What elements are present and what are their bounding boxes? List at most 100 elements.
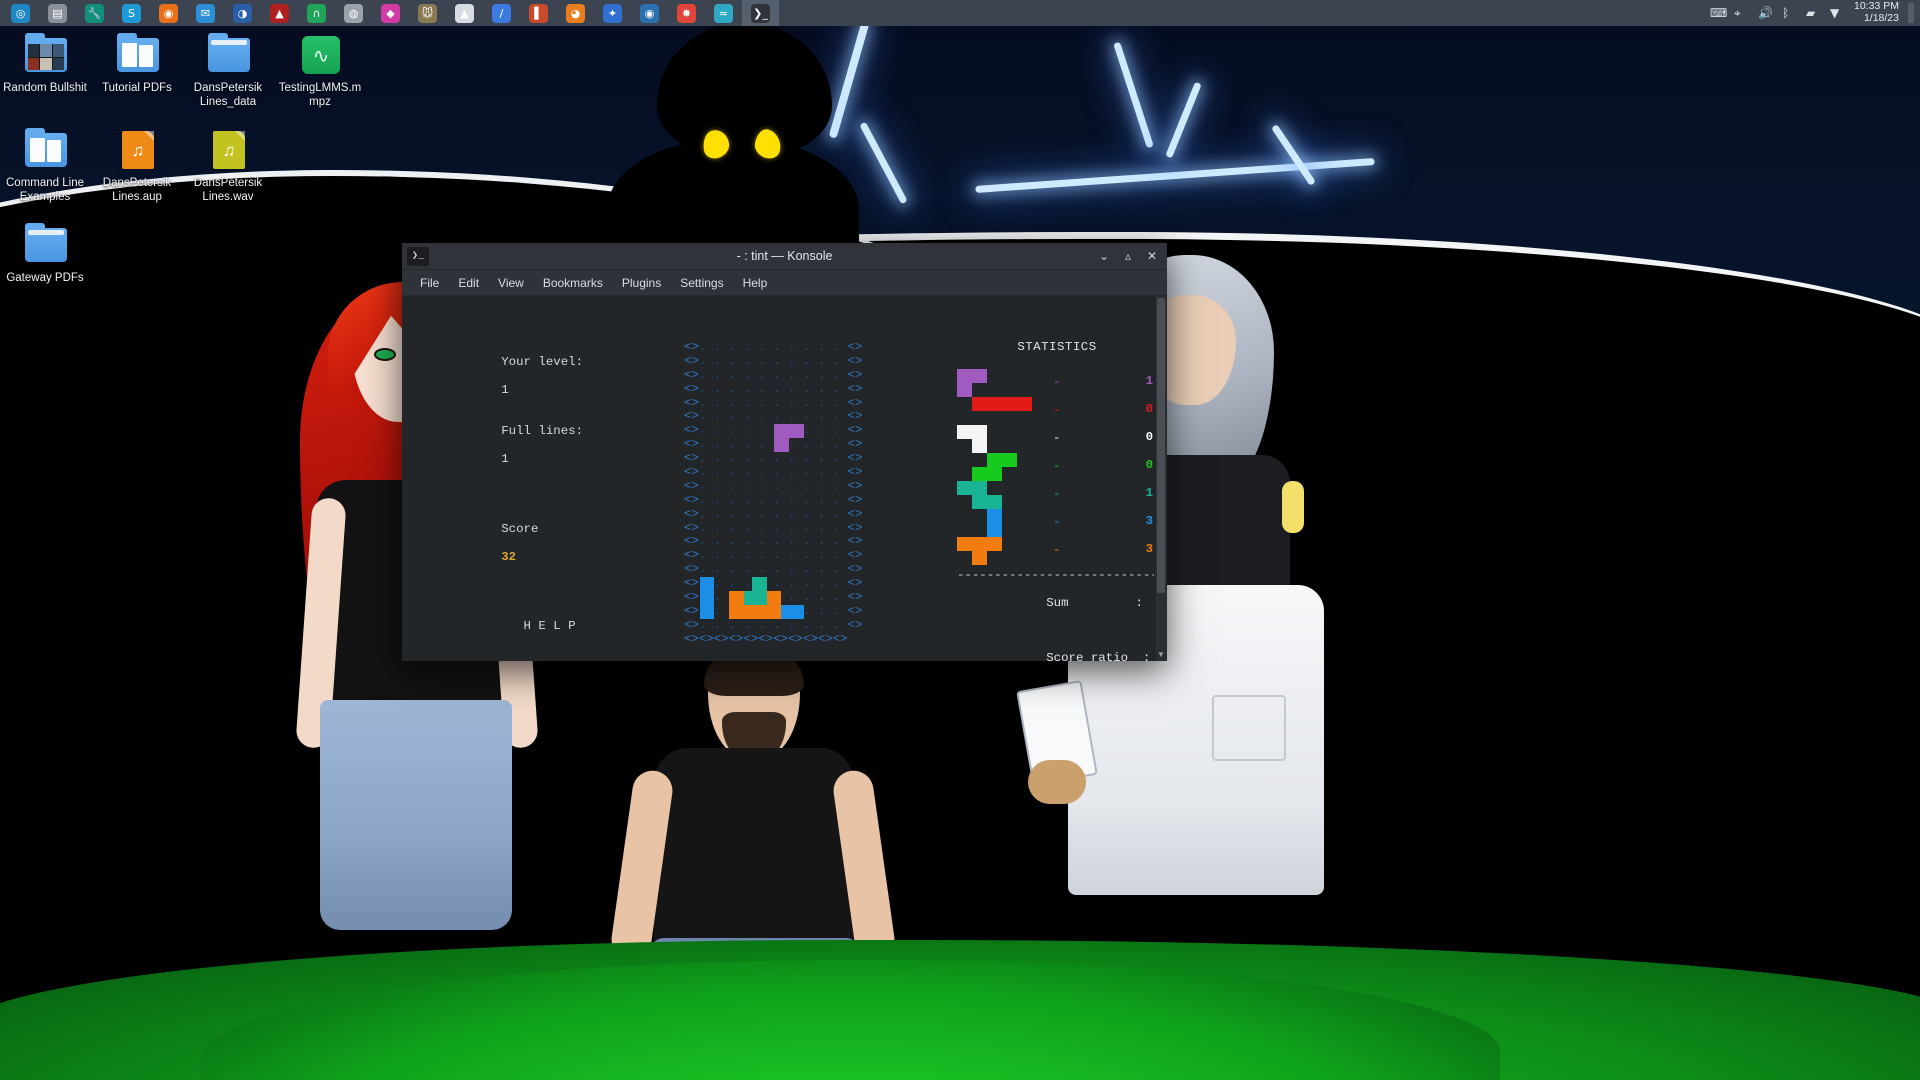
konsole-terminal-body[interactable]: Your level: 1 Full lines: 1 Score 32 H E…	[402, 296, 1167, 661]
shotcut-icon: ✸	[677, 3, 696, 23]
statistic-dash: -	[1053, 514, 1061, 529]
bluetooth-icon[interactable]: ᛒ	[1782, 6, 1797, 21]
minimize-button[interactable]: ⌄	[1093, 245, 1115, 267]
volume-icon[interactable]: 🔊	[1758, 6, 1773, 21]
taskbar-app-darktable[interactable]: ▲	[446, 0, 483, 26]
taskbar-app-handbrake[interactable]: ∩	[298, 0, 335, 26]
desktop-icon-command-line-examples[interactable]: Command Line Examples	[0, 128, 90, 205]
menu-plugins[interactable]: Plugins	[614, 273, 669, 293]
desktop-icon-gateway-pdfs[interactable]: Gateway PDFs	[0, 223, 90, 285]
desktop-icon-label: DansPetersik Lines.aup	[102, 177, 172, 204]
audio-file-icon: ♫	[113, 129, 161, 171]
kate-icon: ≈	[714, 3, 733, 23]
taskbar-app-gimp[interactable]: 🐭	[409, 0, 446, 26]
terminal-scrollbar[interactable]: ▼	[1154, 296, 1167, 661]
lmms-icon: /	[492, 3, 511, 23]
desktop-icon-label: Command Line Examples	[6, 177, 84, 204]
score-line: Score 32	[412, 495, 672, 578]
playfield-bottom-border: <><><><><><><><><><><>	[684, 631, 848, 646]
taskbar-app-kdenlive[interactable]: ◉	[631, 0, 668, 26]
playfield-row: <>. . . . . . . . . . <>	[684, 506, 863, 521]
taskbar-app-freecad[interactable]: ✦	[594, 0, 631, 26]
taskbar-app-krita[interactable]: ▲	[261, 0, 298, 26]
statistic-dash: -	[1053, 402, 1061, 417]
taskbar-app-firefox[interactable]: ◉	[150, 0, 187, 26]
konsole-titlebar[interactable]: ❯_ - : tint — Konsole ⌄ ▵ ✕	[402, 243, 1167, 270]
desktop-icon-label: DansPetersik Lines_data	[193, 82, 263, 109]
taskbar-app-thunderbird[interactable]: ✉	[187, 0, 224, 26]
statistic-count: 3	[1145, 541, 1153, 556]
playfield-row: <>. . . . . . . . . . <>	[684, 492, 863, 507]
full-lines-label: Full lines:	[501, 424, 584, 439]
inkscape-icon: ◆	[381, 3, 400, 23]
clock-widget[interactable]: 10:33 PM 1/18/23	[1854, 1, 1899, 24]
taskbar-app-archive-manager[interactable]: ▤	[39, 0, 76, 26]
taskbar-app-konsole[interactable]: ❯_	[742, 0, 779, 26]
playfield-row: <>. . . . . . . . . . <>	[684, 562, 863, 577]
menu-bookmarks[interactable]: Bookmarks	[535, 273, 611, 293]
scrollbar-thumb[interactable]	[1157, 298, 1165, 593]
desktop-icon-danspetersik-lines-wav[interactable]: ♫ DansPetersik Lines.wav	[183, 129, 273, 205]
folder-with-documents-icon	[113, 33, 161, 76]
desktop-icon-tutorial-pdfs[interactable]: Tutorial PDFs	[92, 33, 182, 95]
kdenlive-icon: ◉	[640, 3, 659, 23]
taskbar-app-audio-editor[interactable]: ▌	[520, 0, 557, 26]
statistics-separator: -----------------------------	[957, 567, 1167, 582]
freecad-icon: ✦	[603, 3, 622, 23]
playfield-row: <>. . . . . . . . . . <>	[684, 451, 863, 466]
scroll-down-arrow[interactable]: ▼	[1155, 649, 1167, 661]
statistic-dash: -	[1053, 458, 1061, 473]
taskbar-app-kde-logo[interactable]: ◎	[2, 0, 39, 26]
desktop-icon-label: DansPetersik Lines.wav	[193, 177, 263, 204]
network-icon[interactable]: ▰	[1806, 6, 1821, 21]
score-ratio-row: Score ratio : 4	[1046, 651, 1151, 661]
close-button[interactable]: ✕	[1141, 245, 1163, 267]
menu-view[interactable]: View	[490, 273, 532, 293]
score-value: 32	[501, 549, 517, 564]
playfield-row: <>. . . . . . . . . . <>	[684, 534, 863, 549]
menu-file[interactable]: File	[412, 273, 447, 293]
show-desktop-button[interactable]	[1908, 3, 1914, 23]
maximize-button[interactable]: ▵	[1117, 245, 1139, 267]
blender-icon: ◕	[566, 3, 585, 23]
taskbar-app-launchers: ◎ ▤ 🔧 S ◉ ✉ ◑ ▲ ∩ ◍ ◆ 🐭 ▲ / ▌ ◕ ✦ ◉ ✸ ≈ ❯_	[0, 0, 779, 26]
desktop-icon-danspetersik-lines-data[interactable]: DansPetersik Lines_data	[183, 33, 273, 110]
notifications-icon[interactable]: ▼	[1830, 6, 1845, 21]
taskbar-app-settings-wrench[interactable]: 🔧	[76, 0, 113, 26]
audio-file-icon: ♫	[204, 129, 252, 171]
menu-settings[interactable]: Settings	[672, 273, 731, 293]
playfield-block	[699, 577, 715, 619]
menu-help[interactable]: Help	[735, 273, 776, 293]
playfield-row: <>. . . . . . . . . . <>	[684, 381, 863, 396]
playfield-row: <>. . . . . . . . . . <>	[684, 617, 863, 632]
keyboard-icon[interactable]: ⌨	[1710, 6, 1727, 21]
desktop-icon-random-bullshit[interactable]: Random Bullshit	[0, 33, 90, 95]
desktop-icon-label: Tutorial PDFs	[102, 82, 172, 94]
level-value: 1	[501, 382, 509, 397]
taskbar-app-obs-studio[interactable]: ◍	[335, 0, 372, 26]
tint-game-screen: Your level: 1 Full lines: 1 Score 32 H E…	[402, 296, 1167, 661]
taskbar-app-blender[interactable]: ◕	[557, 0, 594, 26]
taskbar-app-audacity[interactable]: ◑	[224, 0, 261, 26]
playfield-row: <>. . . . . . . . . . <>	[684, 409, 863, 424]
tint-playfield: <>. . . . . . . . . . <> <>. . . . . . . …	[684, 340, 863, 647]
taskbar-app-scribus[interactable]: S	[113, 0, 150, 26]
playfield-row: <>. . . . . . . . . . <>	[684, 520, 863, 535]
location-icon[interactable]: ⌖	[1734, 6, 1749, 21]
statistic-count: 0	[1145, 457, 1153, 472]
playfield-block	[781, 605, 804, 619]
desktop-icon-danspetersik-lines-aup[interactable]: ♫ DansPetersik Lines.aup	[92, 129, 182, 205]
thunderbird-icon: ✉	[196, 3, 215, 23]
taskbar-app-lmms[interactable]: /	[483, 0, 520, 26]
statistics-rows: -1-0-0-0-1-3-3	[957, 368, 1157, 565]
menu-edit[interactable]: Edit	[450, 273, 487, 293]
taskbar-app-shotcut[interactable]: ✸	[668, 0, 705, 26]
help-title: H E L P	[523, 619, 576, 634]
statistic-dash: -	[1053, 374, 1061, 389]
taskbar-app-inkscape[interactable]: ◆	[372, 0, 409, 26]
konsole-window[interactable]: ❯_ - : tint — Konsole ⌄ ▵ ✕ File Edit View…	[402, 243, 1167, 661]
taskbar-app-kate[interactable]: ≈	[705, 0, 742, 26]
desktop-icon-testinglmms-mmpz[interactable]: ∿ TestingLMMS.mmpz	[275, 34, 365, 110]
archive-manager-icon: ▤	[48, 3, 67, 23]
taskbar: ◎ ▤ 🔧 S ◉ ✉ ◑ ▲ ∩ ◍ ◆ 🐭 ▲ / ▌ ◕ ✦ ◉ ✸ ≈ ❯_ ⌨ ⌖ 🔊 ᛒ ▰ ▼ 10:33 PM 1…	[0, 0, 1920, 26]
